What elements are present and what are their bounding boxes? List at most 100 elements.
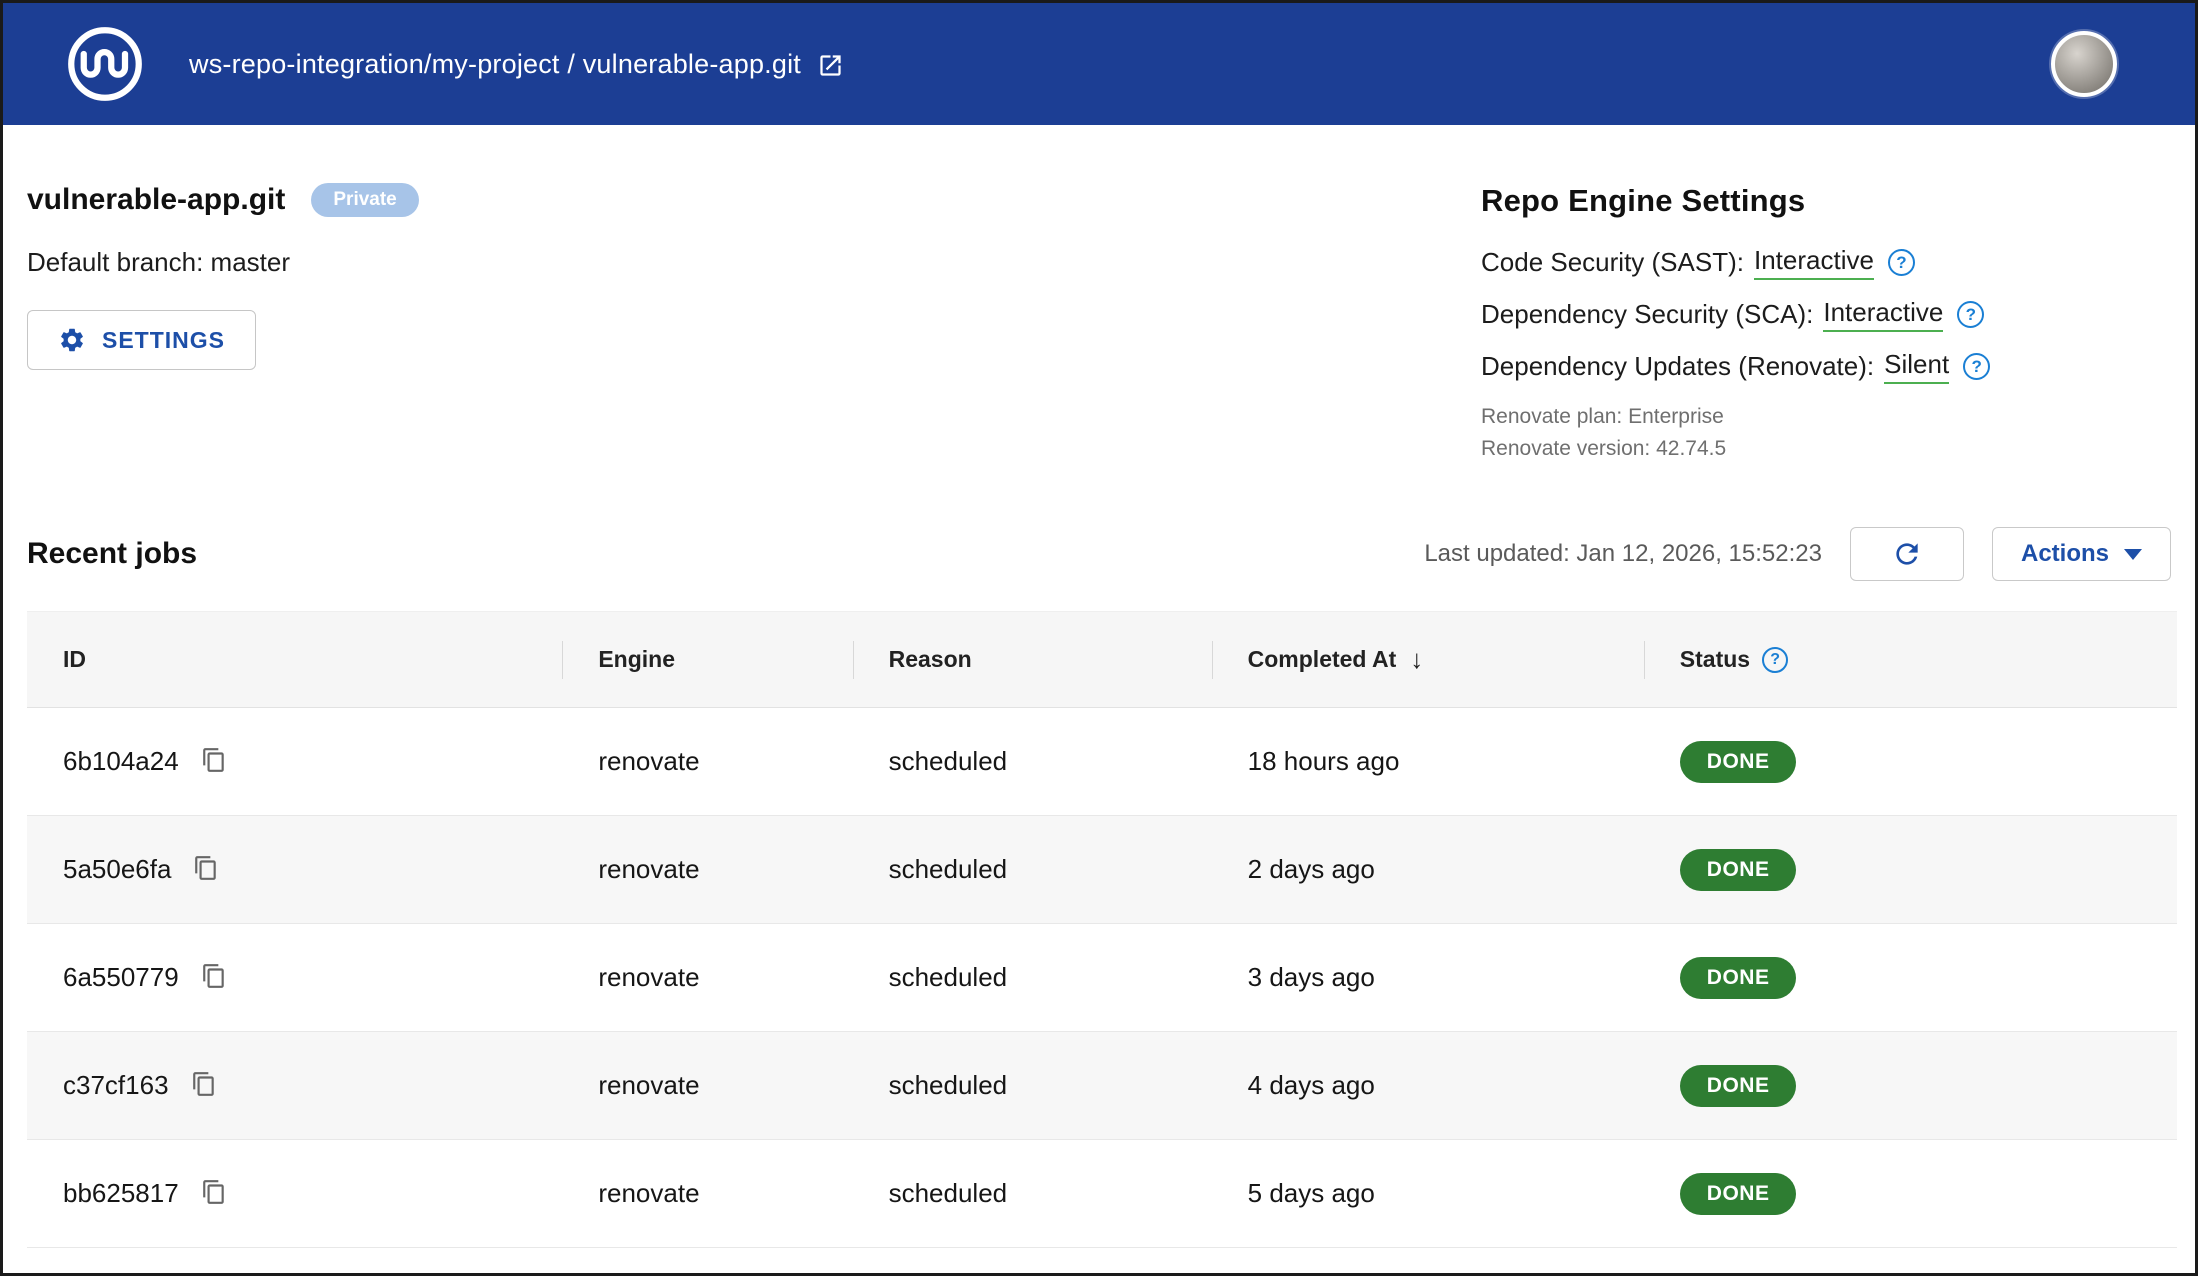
sca-label: Dependency Security (SCA): — [1481, 299, 1813, 330]
column-header-status-label: Status — [1680, 646, 1750, 673]
status-help-icon[interactable] — [1762, 647, 1788, 673]
private-badge: Private — [311, 183, 418, 217]
copy-button[interactable] — [201, 1179, 231, 1209]
engine-settings-title: Repo Engine Settings — [1481, 183, 2131, 219]
renovate-help-icon[interactable] — [1963, 353, 1990, 380]
job-id: 6b104a24 — [63, 746, 179, 777]
recent-jobs-title: Recent jobs — [27, 537, 197, 571]
table-row: 6a550779 renovate scheduled 3 days ago D… — [27, 924, 2177, 1032]
job-completed-at-cell: 3 days ago — [1212, 924, 1644, 1032]
repo-info: vulnerable-app.git Private Default branc… — [27, 183, 419, 370]
table-row: 6b104a24 renovate scheduled 18 hours ago… — [27, 708, 2177, 816]
sort-descending-icon[interactable] — [1410, 644, 1423, 675]
column-header-reason[interactable]: Reason — [853, 612, 1212, 708]
last-updated-label: Last updated: Jan 12, 2026, 15:52:23 — [1424, 540, 1822, 568]
job-id: bb625817 — [63, 1178, 179, 1209]
job-engine-cell: renovate — [562, 1140, 852, 1248]
refresh-icon — [1891, 538, 1923, 570]
copy-icon — [201, 963, 227, 989]
recent-jobs-toolbar: Recent jobs Last updated: Jan 12, 2026, … — [27, 527, 2171, 581]
job-reason-cell: scheduled — [853, 924, 1212, 1032]
job-engine-cell: renovate — [562, 924, 852, 1032]
jobs-table-header: ID Engine Reason Completed At Status — [27, 612, 2177, 708]
job-completed-at-cell: 4 days ago — [1212, 1032, 1644, 1140]
copy-button[interactable] — [193, 855, 223, 885]
column-header-id[interactable]: ID — [27, 612, 562, 708]
engine-setting-sca: Dependency Security (SCA): Interactive — [1481, 297, 2131, 332]
table-row: 5a50e6fa renovate scheduled 2 days ago D… — [27, 816, 2177, 924]
gear-icon — [58, 326, 86, 354]
copy-button[interactable] — [201, 963, 231, 993]
repo-overview-section: vulnerable-app.git Private Default branc… — [3, 125, 2195, 465]
copy-button[interactable] — [191, 1071, 221, 1101]
job-reason-cell: scheduled — [853, 1032, 1212, 1140]
renovate-plan-label: Renovate plan: Enterprise — [1481, 401, 2131, 433]
renovate-label: Dependency Updates (Renovate): — [1481, 351, 1874, 382]
job-completed-at-cell: 18 hours ago — [1212, 708, 1644, 816]
status-badge: DONE — [1680, 1065, 1797, 1107]
job-status-cell: DONE — [1644, 708, 2177, 816]
column-header-reason-label: Reason — [889, 646, 972, 673]
job-completed-at-cell: 5 days ago — [1212, 1140, 1644, 1248]
job-status-cell: DONE — [1644, 924, 2177, 1032]
user-avatar[interactable] — [2051, 31, 2117, 97]
settings-button-label: SETTINGS — [102, 327, 225, 354]
status-badge: DONE — [1680, 849, 1797, 891]
actions-button-label: Actions — [2021, 540, 2109, 568]
repo-engine-settings-panel: Repo Engine Settings Code Security (SAST… — [1481, 183, 2131, 465]
job-id-cell: c37cf163 — [27, 1032, 562, 1140]
sast-label: Code Security (SAST): — [1481, 247, 1744, 278]
job-reason-cell: scheduled — [853, 708, 1212, 816]
engine-setting-sast: Code Security (SAST): Interactive — [1481, 245, 2131, 280]
top-navbar: ws-repo-integration/my-project / vulnera… — [3, 3, 2195, 125]
sast-value-link[interactable]: Interactive — [1754, 245, 1874, 280]
renovate-version-label: Renovate version: 42.74.5 — [1481, 433, 2131, 465]
column-header-engine[interactable]: Engine — [562, 612, 852, 708]
copy-icon — [201, 747, 227, 773]
table-row: c37cf163 renovate scheduled 4 days ago D… — [27, 1032, 2177, 1140]
job-reason-cell: scheduled — [853, 1140, 1212, 1248]
job-id-cell: bb625817 — [27, 1140, 562, 1248]
job-id: 6a550779 — [63, 962, 179, 993]
actions-button[interactable]: Actions — [1992, 527, 2171, 581]
status-badge: DONE — [1680, 957, 1797, 999]
column-header-id-label: ID — [63, 646, 86, 673]
status-badge: DONE — [1680, 1173, 1797, 1215]
page: ws-repo-integration/my-project / vulnera… — [0, 0, 2198, 1276]
job-status-cell: DONE — [1644, 816, 2177, 924]
job-id-cell: 6a550779 — [27, 924, 562, 1032]
copy-icon — [191, 1071, 217, 1097]
column-header-completed-at[interactable]: Completed At — [1212, 612, 1644, 708]
copy-button[interactable] — [201, 747, 231, 777]
job-reason-cell: scheduled — [853, 816, 1212, 924]
breadcrumb[interactable]: ws-repo-integration/my-project / vulnera… — [189, 49, 844, 80]
breadcrumb-text: ws-repo-integration/my-project / vulnera… — [189, 49, 801, 80]
default-branch-label: Default branch: master — [27, 247, 419, 278]
external-link-icon[interactable] — [817, 52, 844, 79]
status-badge: DONE — [1680, 741, 1797, 783]
sast-help-icon[interactable] — [1888, 249, 1915, 276]
refresh-button[interactable] — [1850, 527, 1964, 581]
jobs-table: ID Engine Reason Completed At Status — [27, 611, 2177, 1248]
renovate-value-link[interactable]: Silent — [1884, 349, 1949, 384]
job-engine-cell: renovate — [562, 1032, 852, 1140]
job-completed-at-cell: 2 days ago — [1212, 816, 1644, 924]
repo-title: vulnerable-app.git — [27, 183, 285, 217]
sca-value-link[interactable]: Interactive — [1823, 297, 1943, 332]
column-header-completed-at-label: Completed At — [1248, 646, 1397, 673]
copy-icon — [201, 1179, 227, 1205]
job-id: 5a50e6fa — [63, 854, 171, 885]
copy-icon — [193, 855, 219, 881]
job-status-cell: DONE — [1644, 1140, 2177, 1248]
job-engine-cell: renovate — [562, 708, 852, 816]
column-header-status[interactable]: Status — [1644, 612, 2177, 708]
job-id: c37cf163 — [63, 1070, 169, 1101]
chevron-down-icon — [2124, 549, 2142, 560]
job-engine-cell: renovate — [562, 816, 852, 924]
settings-button[interactable]: SETTINGS — [27, 310, 256, 370]
job-id-cell: 6b104a24 — [27, 708, 562, 816]
mend-logo-icon[interactable] — [65, 24, 145, 104]
sca-help-icon[interactable] — [1957, 301, 1984, 328]
engine-setting-renovate: Dependency Updates (Renovate): Silent — [1481, 349, 2131, 384]
job-status-cell: DONE — [1644, 1032, 2177, 1140]
